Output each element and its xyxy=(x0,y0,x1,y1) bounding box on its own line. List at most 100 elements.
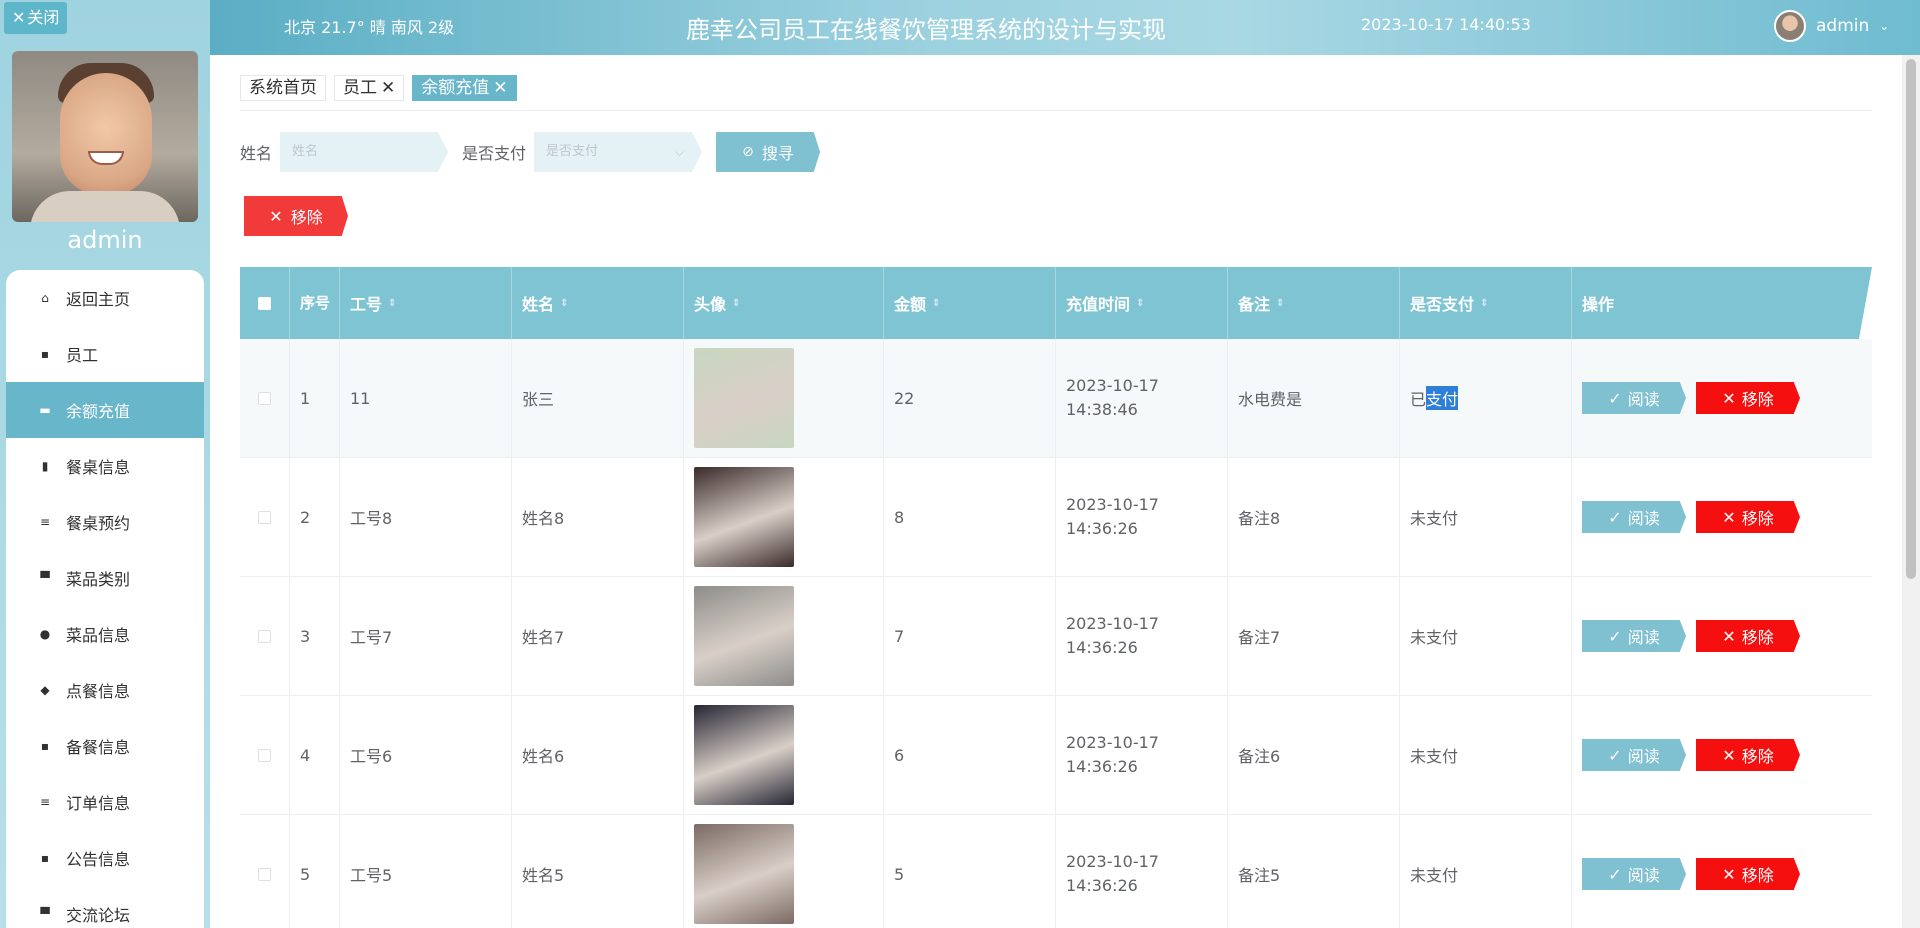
sort-icon[interactable]: ⇕ xyxy=(732,298,740,309)
paid-cell: 未支付 xyxy=(1400,458,1572,576)
column-header[interactable]: 是否支付 ⇕ xyxy=(1400,267,1572,339)
read-button[interactable]: ✓ 阅读 xyxy=(1582,620,1686,652)
close-icon[interactable]: ✕ xyxy=(493,76,507,100)
chevron-down-icon: ⌵ xyxy=(674,145,685,159)
avatar-image[interactable] xyxy=(694,824,794,924)
read-button[interactable]: ✓ 阅读 xyxy=(1582,382,1686,414)
monitor-icon: ▀ xyxy=(40,907,50,921)
emp-no-cell: 工号6 xyxy=(340,696,512,814)
row-checkbox[interactable] xyxy=(258,748,271,762)
row-checkbox[interactable] xyxy=(258,391,271,405)
name-cell: 姓名7 xyxy=(512,577,684,695)
remove-button[interactable]: ✕ 移除 xyxy=(1696,501,1800,533)
row-select-cell xyxy=(240,339,290,457)
page-scrollbar[interactable] xyxy=(1902,55,1920,928)
column-header[interactable]: 充值时间 ⇕ xyxy=(1056,267,1228,339)
select-all-checkbox[interactable] xyxy=(258,296,271,310)
column-header[interactable]: 姓名 ⇕ xyxy=(512,267,684,339)
sort-icon[interactable]: ⇕ xyxy=(932,298,940,309)
tab-label: 系统首页 xyxy=(249,78,317,98)
actions-cell: ✓ 阅读 ✕ 移除 xyxy=(1572,339,1872,457)
sidebar-item[interactable]: ▪ 员工 xyxy=(6,326,204,382)
sidebar-item[interactable]: ◆ 点餐信息 xyxy=(6,662,204,718)
sidebar-item[interactable]: ▮ 餐桌信息 xyxy=(6,438,204,494)
column-header[interactable]: 备注 ⇕ xyxy=(1228,267,1400,339)
remove-button[interactable]: ✕ 移除 xyxy=(1696,382,1800,414)
sidebar-item[interactable]: ≡ 订单信息 xyxy=(6,774,204,830)
remove-button[interactable]: ✕ 移除 xyxy=(1696,858,1800,890)
table-body: 1 11 张三 22 2023-10-17 14:38:46 水电费是 已支付 … xyxy=(240,339,1872,928)
sort-icon[interactable]: ⇕ xyxy=(388,298,396,309)
avatar-cell xyxy=(684,458,884,576)
remove-button[interactable]: ✕ 移除 xyxy=(1696,620,1800,652)
remove-button[interactable]: ✕ 移除 xyxy=(1696,739,1800,771)
sort-icon[interactable]: ⇕ xyxy=(560,298,568,309)
row-checkbox[interactable] xyxy=(258,867,271,881)
sidebar-item[interactable]: ≡ 餐桌预约 xyxy=(6,494,204,550)
tab-bar: 系统首页 员工 ✕ 余额充值 ✕ xyxy=(240,75,517,101)
bulk-remove-label: 移除 xyxy=(290,208,323,227)
sidebar-item[interactable]: ▪ 备餐信息 xyxy=(6,718,204,774)
paid-text: 未支付 xyxy=(1410,866,1459,885)
close-icon: ✕ xyxy=(12,8,26,27)
sort-icon[interactable]: ⇕ xyxy=(1136,298,1144,309)
chevron-down-icon: ⌄ xyxy=(1879,19,1890,33)
user-menu[interactable]: admin ⌄ xyxy=(1774,10,1889,42)
avatar-cell xyxy=(684,815,884,928)
paid-select[interactable]: 是否支付 ⌵ xyxy=(534,132,703,172)
sidebar-item[interactable]: ▬ 余额充值 xyxy=(6,382,204,438)
read-button[interactable]: ✓ 阅读 xyxy=(1582,739,1686,771)
remove-button-label: 移除 xyxy=(1741,866,1774,885)
tab[interactable]: 系统首页 xyxy=(240,75,326,101)
table-row: 4 工号6 姓名6 6 2023-10-17 14:36:26 备注6 未支付 … xyxy=(240,696,1872,815)
name-cell: 姓名8 xyxy=(512,458,684,576)
note-cell: 备注7 xyxy=(1228,577,1400,695)
column-header[interactable]: 工号 ⇕ xyxy=(340,267,512,339)
row-checkbox[interactable] xyxy=(258,629,271,643)
name-input[interactable]: 姓名 xyxy=(280,132,449,172)
close-icon: ✕ xyxy=(1722,745,1736,765)
tab-label: 余额充值 xyxy=(421,78,490,98)
tab[interactable]: 余额充值 ✕ xyxy=(412,75,517,101)
sidebar-item[interactable]: ● 菜品信息 xyxy=(6,606,204,662)
tab[interactable]: 员工 ✕ xyxy=(334,75,405,101)
clipboard-icon: ▮ xyxy=(41,459,49,473)
read-button[interactable]: ✓ 阅读 xyxy=(1582,501,1686,533)
remove-button-label: 移除 xyxy=(1741,390,1774,409)
sidebar-item-label: 余额充值 xyxy=(66,402,131,421)
read-button[interactable]: ✓ 阅读 xyxy=(1582,858,1686,890)
scrollbar-thumb[interactable] xyxy=(1906,59,1916,579)
amount-cell: 5 xyxy=(884,815,1056,928)
sort-icon[interactable]: ⇕ xyxy=(1480,298,1488,309)
row-checkbox[interactable] xyxy=(258,510,271,524)
close-icon: ✕ xyxy=(1722,388,1736,408)
sidebar-item[interactable]: ⌂ 返回主页 xyxy=(6,270,204,326)
row-select-cell xyxy=(240,458,290,576)
column-header: 序号 xyxy=(290,267,340,339)
remove-button-label: 移除 xyxy=(1741,628,1774,647)
sidebar-item[interactable]: ▀ 交流论坛 xyxy=(6,886,204,928)
read-button-label: 阅读 xyxy=(1627,390,1660,409)
column-header[interactable]: 金额 ⇕ xyxy=(884,267,1056,339)
close-sidebar-button[interactable]: ✕ 关闭 xyxy=(4,2,68,34)
sidebar-item[interactable]: ▀ 菜品类别 xyxy=(6,550,204,606)
column-header[interactable]: 头像 ⇕ xyxy=(684,267,884,339)
avatar-image[interactable] xyxy=(694,467,794,567)
paid-cell: 已支付 xyxy=(1400,339,1572,457)
time-cell: 2023-10-17 14:36:26 xyxy=(1056,458,1228,576)
close-icon[interactable]: ✕ xyxy=(381,76,395,100)
sort-icon[interactable]: ⇕ xyxy=(1276,298,1284,309)
actions-cell: ✓ 阅读 ✕ 移除 xyxy=(1572,696,1872,814)
check-icon: ✓ xyxy=(1608,388,1622,408)
bulk-remove-button[interactable]: ✕ 移除 xyxy=(244,196,348,236)
avatar-image[interactable] xyxy=(694,586,794,686)
avatar-image[interactable] xyxy=(694,348,794,448)
search-button[interactable]: ⊘ 搜寻 xyxy=(716,132,821,172)
avatar-image[interactable] xyxy=(694,705,794,805)
current-datetime: 2023-10-17 14:40:53 xyxy=(1361,15,1531,34)
close-icon: ✕ xyxy=(1722,864,1736,884)
time-cell: 2023-10-17 14:36:26 xyxy=(1056,815,1228,928)
select-all-cell xyxy=(240,267,290,339)
check-icon: ✓ xyxy=(1608,507,1622,527)
sidebar-item[interactable]: ▪ 公告信息 xyxy=(6,830,204,886)
